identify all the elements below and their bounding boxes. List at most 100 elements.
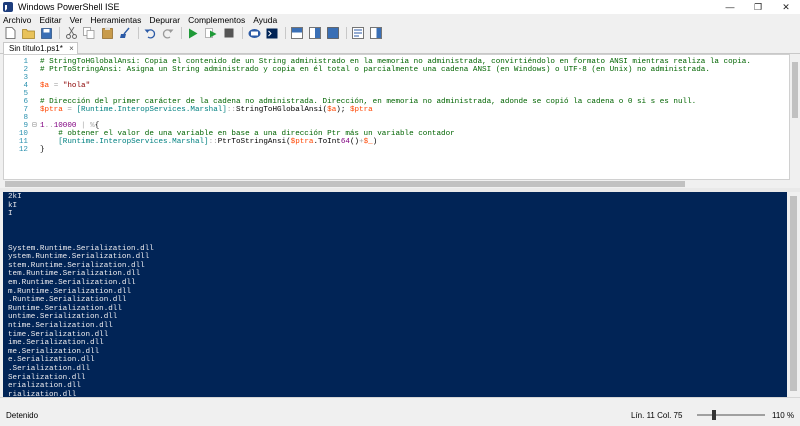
show-addon-button[interactable]: [369, 26, 383, 40]
menu-editar[interactable]: Editar: [39, 15, 61, 25]
menu-ayuda[interactable]: Ayuda: [253, 15, 277, 25]
close-button[interactable]: ✕: [772, 0, 800, 14]
toolbar-separator: [242, 27, 243, 39]
new-file-icon: [5, 27, 15, 39]
code-text: # StringToHGlobalAnsi: Copia el contenid…: [40, 58, 751, 66]
code-text: [Runtime.InteropServices.Marshal]::PtrTo…: [58, 138, 378, 146]
undo-button[interactable]: [143, 26, 157, 40]
run-selection-button[interactable]: [204, 26, 218, 40]
line-number: 11: [18, 138, 28, 146]
line-number: 5: [23, 90, 28, 98]
zoom-level: 110 %: [772, 411, 795, 420]
console-output-line: time.Serialization.dll: [8, 330, 109, 339]
scrollbar-thumb[interactable]: [790, 196, 797, 391]
paste-button[interactable]: [100, 26, 114, 40]
toolbar-separator: [346, 27, 347, 39]
toolbar-separator: [59, 27, 60, 39]
line-number: 3: [23, 74, 28, 82]
paste-icon: [101, 27, 113, 39]
console-output-line: ime.Serialization.dll: [8, 339, 104, 348]
fold-marker[interactable]: ⊟: [32, 122, 40, 130]
show-script-top-button[interactable]: [290, 26, 304, 40]
new-file-button[interactable]: [3, 26, 17, 40]
show-command-button[interactable]: [351, 26, 365, 40]
code-line: 5: [4, 90, 784, 98]
line-number: 6: [23, 98, 28, 106]
zoom-thumb[interactable]: [712, 410, 716, 420]
redo-button[interactable]: [161, 26, 175, 40]
run-button[interactable]: [186, 26, 200, 40]
undo-icon: [144, 28, 156, 39]
code-text: # Dirección del primer carácter de la ca…: [40, 98, 697, 106]
scissors-icon: [65, 27, 77, 39]
scrollbar-thumb[interactable]: [5, 181, 685, 187]
console-output-line: ystem.Runtime.Serialization.dll: [8, 253, 150, 262]
editor-horizontal-scrollbar[interactable]: [3, 180, 790, 188]
line-number: 1: [23, 58, 28, 66]
code-text: # obtener el valor de una variable en ba…: [40, 130, 455, 138]
console-pane[interactable]: 2kI kI I System.Runtime.Serialization.dll ys…: [3, 192, 787, 397]
code-line: 10 # obtener el valor de una variable en…: [4, 130, 784, 138]
menu-ver[interactable]: Ver: [70, 15, 83, 25]
stop-icon: [224, 28, 234, 38]
window-controls: — ❐ ✕: [716, 0, 800, 14]
powershell-icon: [3, 2, 13, 12]
console-output-line: untime.Serialization.dll: [8, 313, 118, 322]
console-vertical-scrollbar[interactable]: [787, 192, 800, 397]
save-button[interactable]: [39, 26, 53, 40]
console-button[interactable]: [265, 26, 279, 40]
remote-tab-icon: [248, 28, 260, 38]
console-output-line: erialization.dll: [8, 382, 81, 391]
run-selection-icon: [205, 27, 217, 38]
menu-complementos[interactable]: Complementos: [188, 15, 245, 25]
console-output-line: System.Runtime.Serialization.dll: [8, 244, 154, 253]
console-output-line: .Serialization.dll: [8, 365, 91, 373]
copy-button[interactable]: [82, 26, 96, 40]
broom-icon: [120, 27, 130, 38]
cut-button[interactable]: [64, 26, 78, 40]
maximize-button[interactable]: ❐: [744, 0, 772, 14]
show-script-right-button[interactable]: [308, 26, 322, 40]
script-editor[interactable]: 1 # StringToHGlobalAnsi: Copia el conteni…: [3, 54, 790, 180]
console-output-line: Serialization.dll: [8, 373, 86, 382]
layout-max-icon: [327, 27, 339, 39]
zoom-track: [697, 414, 765, 416]
console-output-line: 2kI: [8, 193, 22, 201]
console-output-line: em.Runtime.Serialization.dll: [8, 279, 136, 287]
stop-button[interactable]: [222, 26, 236, 40]
console-output-line: me.Serialization.dll: [8, 347, 100, 356]
open-file-button[interactable]: [21, 26, 35, 40]
zoom-slider[interactable]: [697, 410, 765, 420]
save-icon: [40, 27, 52, 39]
play-icon: [189, 28, 198, 38]
scrollbar-thumb[interactable]: [792, 62, 798, 118]
line-number: 4: [23, 82, 28, 90]
tab-script[interactable]: Sin título1.ps1* ×: [3, 42, 78, 54]
addon-icon: [370, 27, 382, 39]
close-tab-icon[interactable]: ×: [69, 43, 74, 54]
menu-herramientas[interactable]: Herramientas: [90, 15, 141, 25]
line-number: 2: [23, 66, 28, 74]
menu-bar: Archivo Editar Ver Herramientas Depurar …: [0, 14, 800, 25]
script-tab-strip: Sin título1.ps1* ×: [0, 41, 800, 54]
show-script-max-button[interactable]: [326, 26, 340, 40]
console-output-line: m.Runtime.Serialization.dll: [8, 287, 132, 296]
console-output-line: I: [8, 210, 13, 219]
clear-button[interactable]: [118, 26, 132, 40]
toolbar-separator: [138, 27, 139, 39]
layout-top-icon: [291, 27, 303, 39]
code-line: 11 [Runtime.InteropServices.Marshal]::Pt…: [4, 138, 784, 146]
menu-archivo[interactable]: Archivo: [3, 15, 31, 25]
tab-title: Sin título1.ps1*: [9, 44, 63, 53]
new-remote-tab-button[interactable]: [247, 26, 261, 40]
editor-vertical-scrollbar[interactable]: [790, 54, 800, 180]
code-line: 3: [4, 74, 784, 82]
code-line: 12}: [4, 146, 784, 154]
minimize-button[interactable]: —: [716, 0, 744, 14]
console-icon: [266, 28, 278, 38]
code-line: 1 # StringToHGlobalAnsi: Copia el conteni…: [4, 58, 784, 66]
menu-depurar[interactable]: Depurar: [149, 15, 180, 25]
line-number: 9: [23, 122, 28, 130]
code-line: 7 $ptra = [Runtime.InteropServices.Marsha…: [4, 106, 784, 114]
status-text: Detenido: [6, 411, 39, 420]
